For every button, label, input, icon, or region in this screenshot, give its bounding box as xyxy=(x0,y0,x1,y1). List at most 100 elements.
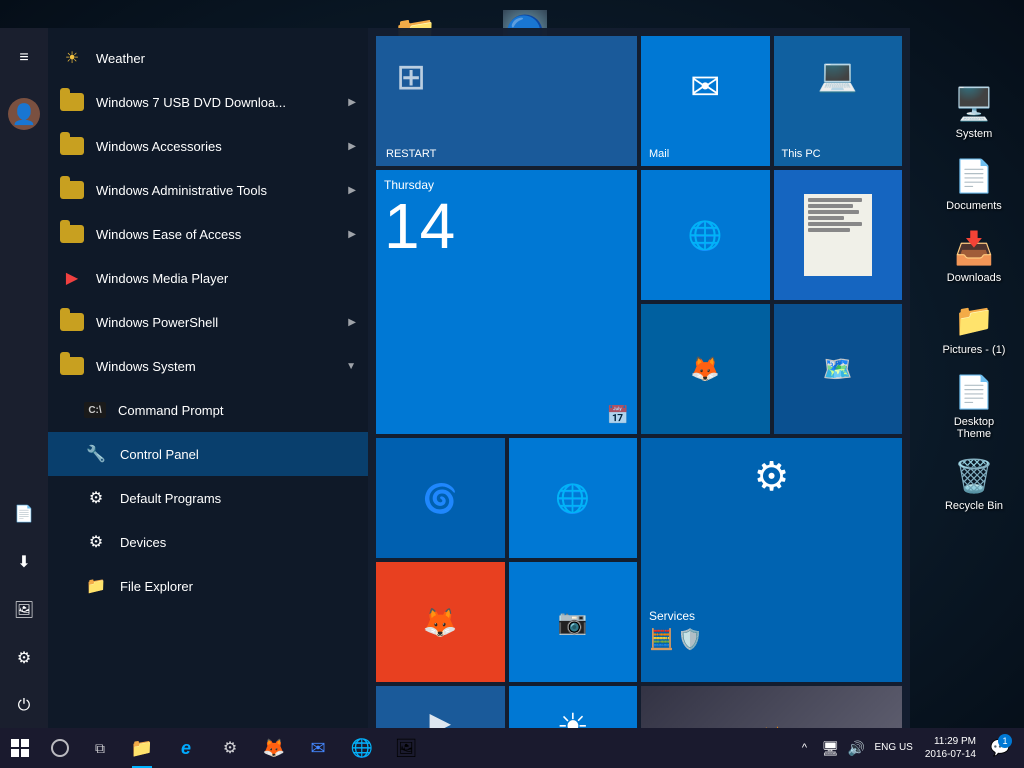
services-tile-label: Services xyxy=(649,609,894,623)
sidebar-downloads-button[interactable]: ⬇ xyxy=(0,540,48,584)
tray-language-indicator[interactable]: ENG US xyxy=(871,742,917,754)
notification-badge: 1 xyxy=(998,734,1012,748)
winpowershell-icon xyxy=(60,310,84,334)
app-item-defaultprograms[interactable]: ⚙ Default Programs xyxy=(48,476,368,520)
win7usb-arrow: ▶ xyxy=(348,97,356,108)
pictures-label: Pictures - (1) xyxy=(943,344,1006,356)
app-item-devices[interactable]: ⚙ Devices xyxy=(48,520,368,564)
tray-volume-icon[interactable]: 🔊 xyxy=(845,728,869,768)
taskbar-mail[interactable]: ✉ xyxy=(296,728,340,768)
taskbar-file-explorer[interactable]: 📁 xyxy=(120,728,164,768)
browser-tiles-group: 🌀 🌐 🦊 📷 xyxy=(376,438,637,682)
desktop-icon-desktop-theme[interactable]: 📄 Desktop Theme xyxy=(934,368,1014,444)
taskbar-edge[interactable]: e xyxy=(164,728,208,768)
app-item-winadmintools[interactable]: Windows Administrative Tools ▶ xyxy=(48,168,368,212)
tray-monitor-icon[interactable]: 🖥 xyxy=(819,728,843,768)
hamburger-menu-button[interactable]: ≡ xyxy=(0,36,48,80)
sidebar-documents-button[interactable]: 📄 xyxy=(0,492,48,536)
small-tiles-group: 🌐 🦊 🗺️ xyxy=(641,170,902,434)
calc-icon: 🧮 xyxy=(649,627,674,652)
tile-firefox[interactable]: 🦊 xyxy=(641,304,770,434)
taskbar-photos[interactable]: 🖼 xyxy=(384,728,428,768)
thispc-tile-label: This PC xyxy=(782,148,895,160)
tile-photos-app[interactable]: 📷 xyxy=(509,562,638,682)
cmdprompt-icon: C:\ xyxy=(84,402,106,418)
app-item-winaccessories[interactable]: Windows Accessories ▶ xyxy=(48,124,368,168)
desktop-theme-icon: 📄 xyxy=(954,372,994,412)
sidebar-settings-button[interactable]: ⚙ xyxy=(0,636,48,680)
services-tile-content: Services 🧮 🛡️ xyxy=(649,609,894,652)
news-photo-content: 📸 xyxy=(641,686,902,728)
start-menu: ≡ 👤 📄 ⬇ 🖼 ⚙ ⏻ ☀ Weather Windows 7 USB DV… xyxy=(0,28,910,728)
taskbar-firefox[interactable]: 🦊 xyxy=(252,728,296,768)
desktop-icon-recycle-bin[interactable]: 🗑️ Recycle Bin xyxy=(934,452,1014,516)
tile-run[interactable]: ▶ Run xyxy=(376,686,505,728)
run-tile-icon: ▶ xyxy=(429,706,451,728)
desktop-theme-label: Desktop Theme xyxy=(938,416,1010,440)
winaccessories-arrow: ▶ xyxy=(348,141,356,152)
desktop-icons: 🖥️ System 📄 Documents 📥 Downloads 📁 Pict… xyxy=(934,80,1014,516)
desktop-icon-documents[interactable]: 📄 Documents xyxy=(934,152,1014,216)
tray-notification-button[interactable]: 💬 1 xyxy=(984,728,1016,768)
tile-calendar[interactable]: Thursday 14 📅 xyxy=(376,170,637,434)
winsystem-name: Windows System xyxy=(96,359,334,374)
winaccessories-name: Windows Accessories xyxy=(96,139,336,154)
tile-ie2[interactable]: 🌐 xyxy=(509,438,638,558)
start-button[interactable] xyxy=(0,728,40,768)
app-item-winmediaplayer[interactable]: ▶ Windows Media Player xyxy=(48,256,368,300)
winaccessories-icon xyxy=(60,134,84,158)
sidebar-power-button[interactable]: ⏻ xyxy=(0,684,48,728)
desktop-icon-pictures[interactable]: 📁 Pictures - (1) xyxy=(934,296,1014,360)
calendar-icon: 📅 xyxy=(607,405,629,426)
tile-weather[interactable]: ☀ Weather xyxy=(509,686,638,728)
user-avatar[interactable]: 👤 xyxy=(0,92,48,136)
restart-tile-icon: ⊞ xyxy=(396,56,426,98)
tiles-area: ⊞ RESTART ✉ Mail 💻 This PC Thursday 14 📅 xyxy=(368,28,910,728)
downloads-label: Downloads xyxy=(947,272,1001,284)
app-item-cmdprompt[interactable]: C:\ Command Prompt xyxy=(48,388,368,432)
search-button[interactable] xyxy=(40,728,80,768)
task-view-button[interactable]: ⧉ xyxy=(80,728,120,768)
documents-icon: 📄 xyxy=(954,156,994,196)
app-item-weather[interactable]: ☀ Weather xyxy=(48,36,368,80)
desktop-icon-downloads[interactable]: 📥 Downloads xyxy=(934,224,1014,288)
tile-edge[interactable]: 🌀 xyxy=(376,438,505,558)
tile-restart[interactable]: ⊞ RESTART xyxy=(376,36,637,166)
app-item-win7usb[interactable]: Windows 7 USB DVD Downloa... ▶ xyxy=(48,80,368,124)
app-item-wineaseofaccess[interactable]: Windows Ease of Access ▶ xyxy=(48,212,368,256)
tile-services[interactable]: ⚙ Services 🧮 🛡️ xyxy=(641,438,902,682)
recycle-bin-label: Recycle Bin xyxy=(945,500,1003,512)
tile-news-photo[interactable]: 📸 xyxy=(641,686,902,728)
app-item-winpowershell[interactable]: Windows PowerShell ▶ xyxy=(48,300,368,344)
app-item-controlpanel[interactable]: 🔧 Control Panel xyxy=(48,432,368,476)
devices-icon: ⚙ xyxy=(84,530,108,554)
services-tile-icon: ⚙ xyxy=(754,454,790,500)
tile-firefox2[interactable]: 🦊 xyxy=(376,562,505,682)
tray-chevron-button[interactable]: ^ xyxy=(793,728,817,768)
winadmintools-name: Windows Administrative Tools xyxy=(96,183,336,198)
tile-note[interactable] xyxy=(774,170,903,300)
taskbar-globe[interactable]: 🌐 xyxy=(340,728,384,768)
controlpanel-name: Control Panel xyxy=(120,447,356,462)
winpowershell-arrow: ▶ xyxy=(348,317,356,328)
system-icon: 🖥️ xyxy=(954,84,994,124)
start-app-list: ☀ Weather Windows 7 USB DVD Downloa... ▶… xyxy=(48,28,368,728)
fileexplorer-name: File Explorer xyxy=(120,579,356,594)
mail-tile-label: Mail xyxy=(649,148,762,160)
defaultprograms-name: Default Programs xyxy=(120,491,356,506)
app-item-winsystem[interactable]: Windows System ▼ xyxy=(48,344,368,388)
desktop-icon-system[interactable]: 🖥️ System xyxy=(934,80,1014,144)
tile-ie[interactable]: 🌐 xyxy=(641,170,770,300)
controlpanel-icon: 🔧 xyxy=(84,442,108,466)
downloads-icon: 📥 xyxy=(954,228,994,268)
tray-clock[interactable]: 11:29 PM 2016-07-14 xyxy=(919,735,982,761)
tile-thispc[interactable]: 💻 This PC xyxy=(774,36,903,166)
wineaseofaccess-arrow: ▶ xyxy=(348,229,356,240)
sidebar-photos-button[interactable]: 🖼 xyxy=(0,588,48,632)
system-label: System xyxy=(956,128,993,140)
tile-mail[interactable]: ✉ Mail xyxy=(641,36,770,166)
tile-misc[interactable]: 🗺️ xyxy=(774,304,903,434)
taskbar-settings[interactable]: ⚙ xyxy=(208,728,252,768)
app-item-fileexplorer[interactable]: 📁 File Explorer xyxy=(48,564,368,608)
documents-label: Documents xyxy=(946,200,1002,212)
